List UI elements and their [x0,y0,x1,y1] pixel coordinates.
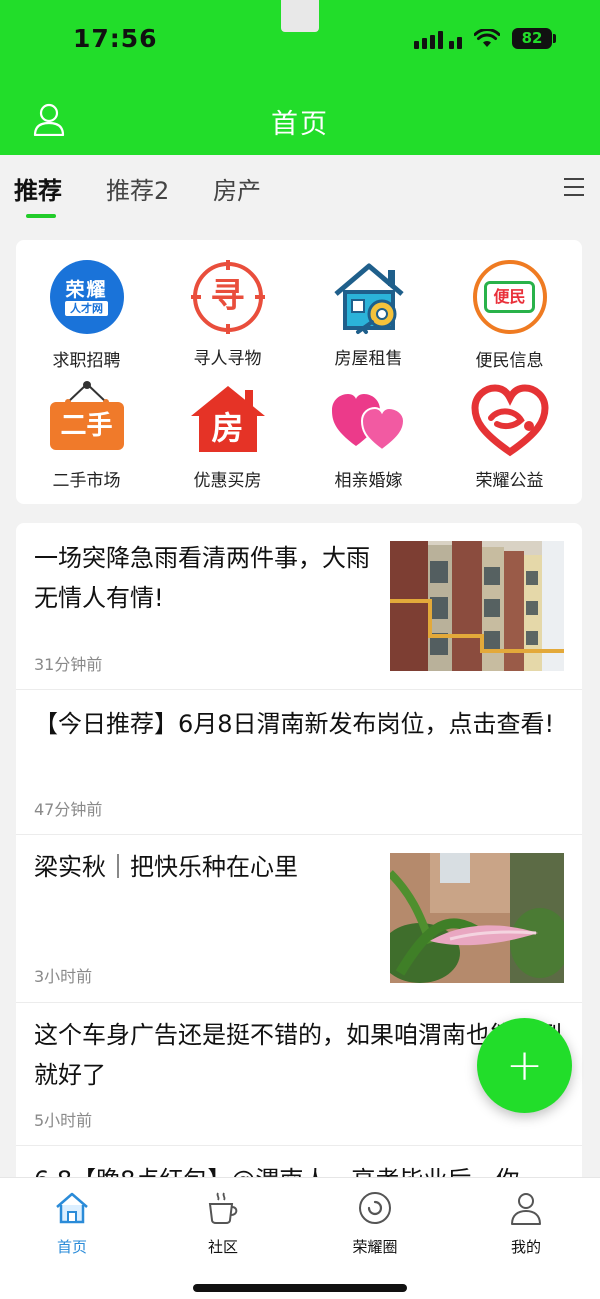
circle-icon [359,1192,391,1224]
status-icons: 82 [414,28,556,49]
app-header: 17:56 82 首页 [0,0,600,155]
active-tab-indicator [26,214,56,218]
service-jobs[interactable]: 荣耀 人才网 求职招聘 [16,258,157,371]
service-housing-rent[interactable]: 房屋租售 [298,258,439,369]
profile-icon [511,1193,541,1225]
home-icon [56,1192,88,1224]
hearts-icon [330,380,408,458]
service-dating[interactable]: 相亲婚嫁 [298,380,439,491]
add-post-button[interactable]: + [477,1018,572,1113]
home-indicator [193,1284,407,1292]
lily-photo [390,853,564,983]
tab-recommend-2[interactable]: 推荐2 [106,171,169,206]
page-title: 首页 [271,109,329,140]
nav-profile[interactable]: 我的 [466,1190,586,1257]
house-key-icon [330,258,408,336]
convenience-icon: 便民 [471,260,549,338]
nav-circle[interactable]: 荣耀圈 [315,1190,435,1257]
tab-menu-icon[interactable] [564,178,584,196]
feed-item-title: 【今日推荐】6月8日渭南新发布岗位，点击查看! [34,710,555,738]
notch [281,0,319,32]
plus-icon: + [506,1040,543,1091]
feed-item-title: 一场突降急雨看清两件事，大雨无情人有情! [34,544,370,612]
service-charity[interactable]: 荣耀公益 [439,380,580,491]
service-convenience[interactable]: 便民 便民信息 [439,258,580,371]
service-discount-housing[interactable]: 房 优惠买房 [157,380,298,491]
feed-item-time: 5小时前 [34,1111,93,1130]
services-grid: 荣耀 人才网 求职招聘 寻 寻人寻物 房屋租售 便民 便民信息 二手 二手市场 … [16,240,582,504]
feed-item[interactable]: 梁实秋｜把快乐种在心里 3小时前 [16,835,582,1003]
bottom-navigation: 首页 社区 荣耀圈 我的 [0,1177,600,1299]
house-discount-icon: 房 [189,380,267,458]
feed-item-time: 3小时前 [34,967,93,986]
tab-recommend[interactable]: 推荐 [14,171,62,206]
search-person-icon: 寻 [189,258,267,336]
building-photo [390,541,564,671]
feed-item[interactable]: 一场突降急雨看清两件事，大雨无情人有情! 31分钟前 [16,523,582,690]
category-tabs: 推荐 推荐2 房产 [0,155,600,223]
feed-item[interactable]: 【今日推荐】6月8日渭南新发布岗位，点击查看! 47分钟前 [16,690,582,835]
feed-item-title: 梁实秋｜把快乐种在心里 [34,853,298,881]
nav-community[interactable]: 社区 [163,1190,283,1257]
charity-heart-icon [470,380,549,458]
wifi-icon [474,28,500,47]
battery-icon: 82 [512,28,556,49]
service-secondhand[interactable]: 二手 二手市场 [16,380,157,491]
service-lost-found[interactable]: 寻 寻人寻物 [157,258,298,369]
cellular-signal-icon [414,29,462,49]
nav-home[interactable]: 首页 [12,1190,132,1257]
feed-item-time: 31分钟前 [34,655,103,674]
job-icon: 荣耀 人才网 [48,260,126,338]
feed-item-time: 47分钟前 [34,800,103,819]
coffee-cup-icon [208,1192,238,1224]
tab-real-estate[interactable]: 房产 [213,171,261,206]
secondhand-sign-icon: 二手 [48,380,126,458]
status-time: 17:56 [73,24,158,53]
